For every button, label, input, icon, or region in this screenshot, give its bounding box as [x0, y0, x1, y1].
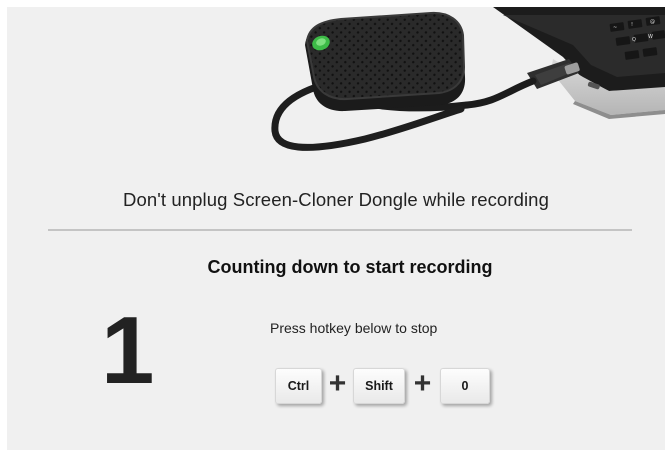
svg-text:~: ~: [613, 25, 617, 31]
svg-text:Q: Q: [632, 37, 636, 43]
stop-hotkey-combination: Ctrl + Shift + 0: [275, 367, 490, 405]
recording-countdown-dialog: ~ ! @ Q W Don't unplug Screen-Cloner Don…: [7, 7, 665, 450]
dongle-laptop-illustration: ~ ! @ Q W: [235, 7, 665, 172]
hotkey-zero-key: 0: [440, 368, 490, 404]
svg-text:!: !: [631, 22, 633, 28]
unplug-warning-text: Don't unplug Screen-Cloner Dongle while …: [123, 189, 549, 210]
countdown-title: Counting down to start recording: [207, 257, 493, 277]
divider: [48, 229, 632, 231]
plus-separator: +: [328, 367, 347, 400]
svg-text:@: @: [650, 19, 655, 25]
svg-text:W: W: [648, 34, 653, 40]
hotkey-ctrl-key: Ctrl: [275, 368, 322, 404]
hotkey-shift-key: Shift: [353, 368, 405, 404]
countdown-number: 1: [101, 297, 155, 404]
plus-separator: +: [413, 367, 432, 400]
stop-hotkey-hint: Press hotkey below to stop: [270, 320, 438, 336]
